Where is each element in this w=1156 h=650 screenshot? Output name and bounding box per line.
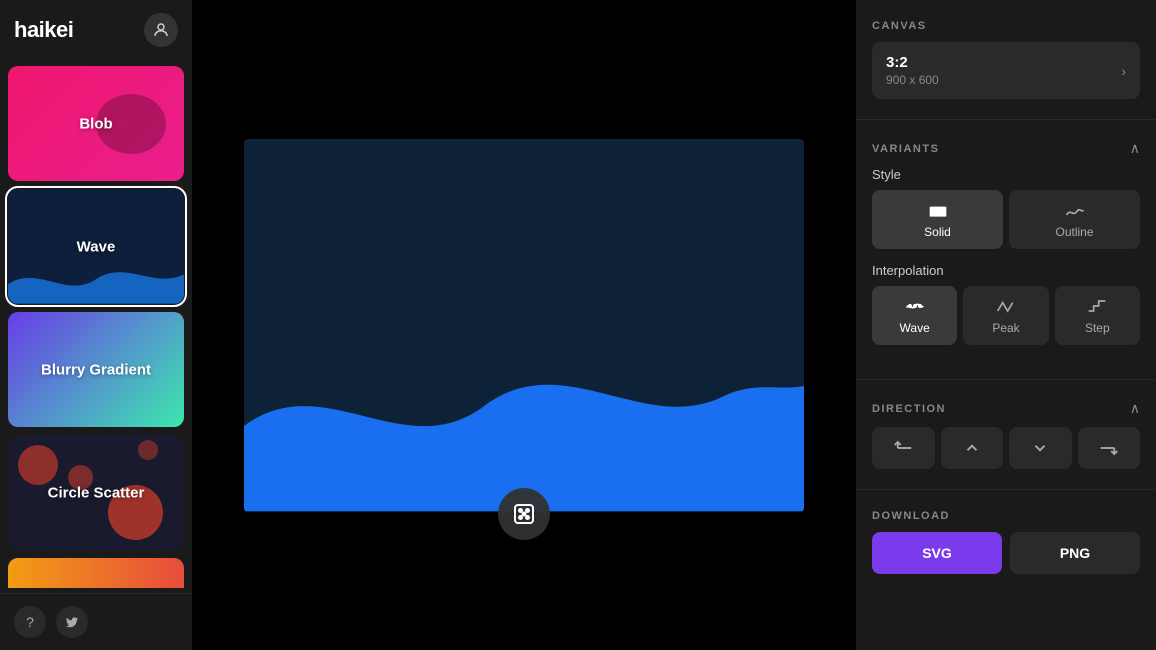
outline-label: Outline	[1055, 225, 1093, 239]
dir-down-icon	[1031, 439, 1049, 457]
logo: haikei	[14, 17, 73, 43]
sidebar-item-blurry-gradient[interactable]: Blurry Gradient	[8, 312, 184, 427]
circle-dot	[138, 440, 158, 460]
dice-icon	[512, 502, 536, 526]
direction-right-button[interactable]	[1078, 427, 1141, 469]
direction-section: DIRECTION ∧	[872, 400, 1140, 469]
dir-right-icon	[1100, 439, 1118, 457]
style-solid-button[interactable]: Solid	[872, 190, 1003, 249]
blob-label: Blob	[79, 115, 112, 132]
sidebar-item-wave[interactable]: Wave	[8, 189, 184, 304]
direction-grid	[872, 427, 1140, 469]
help-icon: ?	[26, 614, 34, 630]
interpolation-peak-button[interactable]: Peak	[963, 286, 1048, 345]
wave-label: Wave	[77, 238, 116, 255]
download-svg-button[interactable]: SVG	[872, 532, 1002, 574]
main-area	[192, 0, 856, 650]
style-label: Style	[872, 167, 1140, 182]
style-toggle-group: Solid Outline	[872, 190, 1140, 249]
variants-collapse-icon[interactable]: ∧	[1130, 140, 1140, 157]
dir-up-icon	[963, 439, 981, 457]
direction-up-button[interactable]	[941, 427, 1004, 469]
dir-left-icon	[894, 439, 912, 457]
canvas-section-title: CANVAS	[872, 20, 1140, 32]
divider-2	[856, 379, 1156, 380]
interpolation-label: Interpolation	[872, 263, 1140, 278]
outline-icon	[1065, 200, 1085, 220]
solid-icon	[928, 200, 948, 220]
circle-scatter-label: Circle Scatter	[48, 484, 145, 501]
download-png-button[interactable]: PNG	[1010, 532, 1140, 574]
sidebar-footer: ?	[0, 593, 192, 650]
download-title: DOWNLOAD	[872, 510, 1140, 522]
divider-1	[856, 119, 1156, 120]
canvas-wave-svg	[244, 306, 804, 511]
canvas-size-option[interactable]: 3:2 900 x 600 ›	[872, 42, 1140, 99]
variants-title: VARIANTS	[872, 143, 939, 155]
right-panel: CANVAS 3:2 900 x 600 › VARIANTS ∧ Style …	[856, 0, 1156, 650]
sidebar: haikei Blob Wave Blurry Gradient	[0, 0, 192, 650]
direction-collapse-icon[interactable]: ∧	[1130, 400, 1140, 417]
download-section: DOWNLOAD SVG PNG	[872, 510, 1140, 574]
blurry-gradient-label: Blurry Gradient	[41, 361, 151, 378]
interpolation-step-button[interactable]: Step	[1055, 286, 1140, 345]
download-buttons: SVG PNG	[872, 532, 1140, 574]
help-button[interactable]: ?	[14, 606, 46, 638]
canvas-overlay-button[interactable]	[498, 488, 550, 540]
canvas-section: CANVAS 3:2 900 x 600 ›	[872, 20, 1140, 99]
canvas-preview	[244, 139, 804, 512]
canvas-wrapper	[244, 139, 804, 512]
sidebar-item-partial[interactable]	[8, 558, 184, 588]
sidebar-header: haikei	[0, 0, 192, 60]
direction-down-button[interactable]	[1009, 427, 1072, 469]
wave-interp-icon	[905, 296, 925, 316]
sidebar-item-circle-scatter[interactable]: Circle Scatter	[8, 435, 184, 550]
avatar-button[interactable]	[144, 13, 178, 47]
direction-section-header: DIRECTION ∧	[872, 400, 1140, 417]
chevron-right-icon: ›	[1121, 63, 1126, 79]
canvas-option-info: 3:2 900 x 600	[886, 54, 939, 87]
solid-label: Solid	[924, 225, 951, 239]
interpolation-toggle-group: Wave Peak Step	[872, 286, 1140, 345]
direction-title: DIRECTION	[872, 403, 946, 415]
divider-3	[856, 489, 1156, 490]
circle-dot	[18, 445, 58, 485]
variants-section: VARIANTS ∧ Style Solid Outline Interpola…	[872, 140, 1140, 359]
twitter-button[interactable]	[56, 606, 88, 638]
canvas-ratio: 3:2	[886, 54, 939, 71]
sidebar-items: Blob Wave Blurry Gradient Circle Scatter	[0, 60, 192, 593]
step-icon	[1087, 296, 1107, 316]
step-label: Step	[1085, 321, 1110, 335]
style-outline-button[interactable]: Outline	[1009, 190, 1140, 249]
interpolation-wave-button[interactable]: Wave	[872, 286, 957, 345]
peak-icon	[996, 296, 1016, 316]
sidebar-item-blob[interactable]: Blob	[8, 66, 184, 181]
canvas-size: 900 x 600	[886, 73, 939, 87]
peak-label: Peak	[992, 321, 1019, 335]
direction-left-button[interactable]	[872, 427, 935, 469]
twitter-icon	[65, 615, 79, 629]
wave-interp-label: Wave	[900, 321, 930, 335]
variants-section-header: VARIANTS ∧	[872, 140, 1140, 157]
